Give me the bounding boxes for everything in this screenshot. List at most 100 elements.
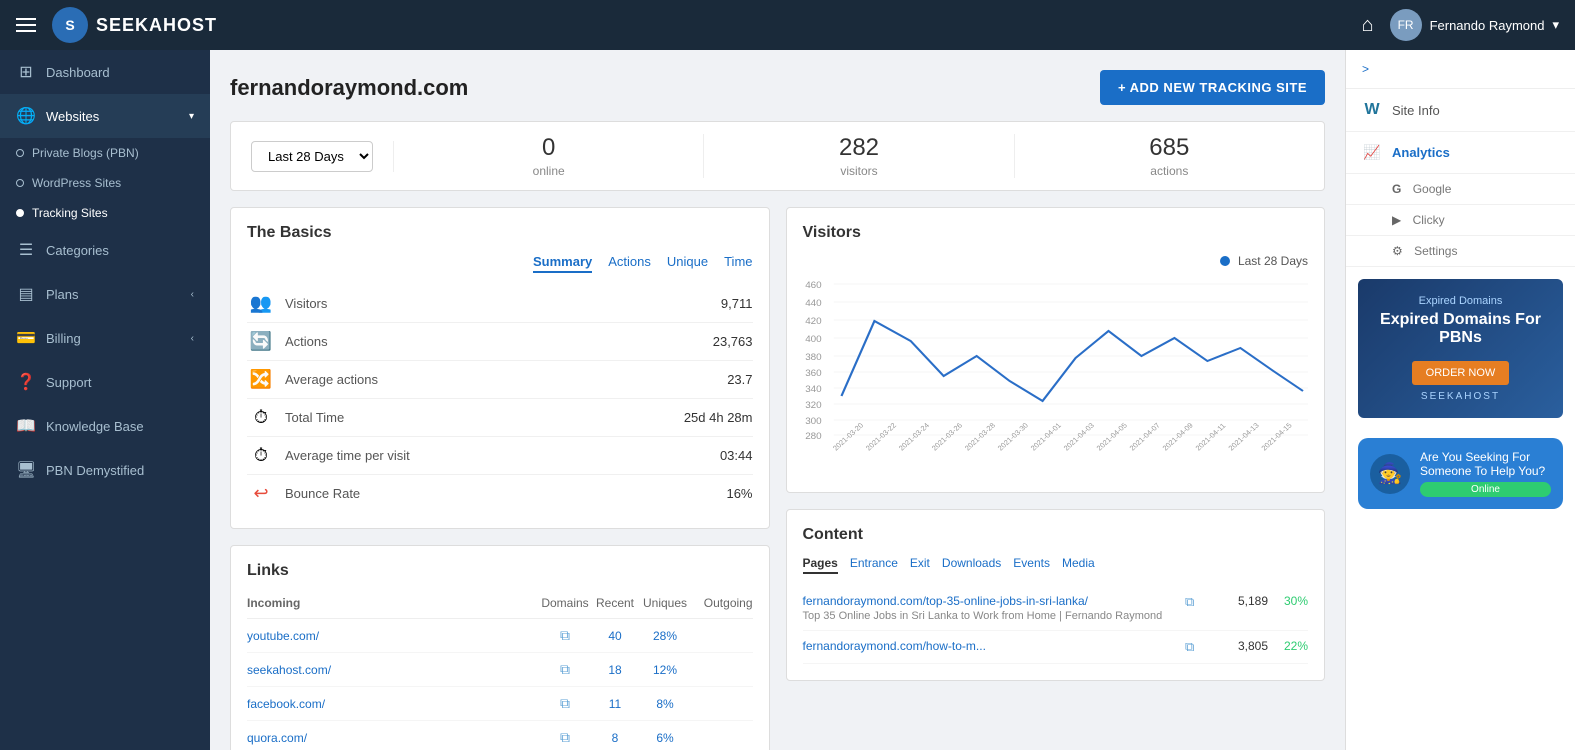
right-panel-site-info[interactable]: W Site Info xyxy=(1346,89,1575,132)
svg-text:2021-03-28: 2021-03-28 xyxy=(962,421,996,452)
link-youtube[interactable]: youtube.com/ xyxy=(247,629,538,643)
chat-wizard-icon: 🧙 xyxy=(1378,461,1403,486)
col-incoming: Incoming xyxy=(247,596,538,610)
sidebar-item-dashboard[interactable]: ⊞ Dashboard xyxy=(0,50,210,94)
content-num-0: 5,189 xyxy=(1213,594,1268,608)
add-tracking-site-button[interactable]: + ADD NEW TRACKING SITE xyxy=(1100,70,1325,105)
link-facebook[interactable]: facebook.com/ xyxy=(247,697,538,711)
content-url-0[interactable]: fernandoraymond.com/top-35-online-jobs-i… xyxy=(803,594,1186,608)
chat-content: Are You Seeking For Someone To Help You?… xyxy=(1420,450,1551,497)
sidebar-item-pbn-demystified[interactable]: 🖥 PBN Demystified xyxy=(0,448,210,492)
sidebar-item-support[interactable]: ❓ Support xyxy=(0,360,210,404)
sidebar-item-label: PBN Demystified xyxy=(46,463,144,478)
wordpress-icon: W xyxy=(1362,101,1382,119)
stats-row-bounce: ↩ Bounce Rate 16% xyxy=(247,475,753,512)
stats-visitors-label: Visitors xyxy=(285,296,721,311)
sidebar-item-label: Categories xyxy=(46,243,109,258)
chat-bubble[interactable]: 🧙 Are You Seeking For Someone To Help Yo… xyxy=(1358,438,1563,509)
content-pct-1: 22% xyxy=(1268,639,1308,653)
link-quora[interactable]: quora.com/ xyxy=(247,731,538,745)
avg-actions-icon: 🔀 xyxy=(247,369,275,390)
sidebar-item-wordpress-sites[interactable]: WordPress Sites xyxy=(0,168,210,198)
right-panel: > W Site Info 📈 Analytics G Google ▶ Cli… xyxy=(1345,50,1575,750)
google-icon: G xyxy=(1392,182,1401,196)
content-tab-events[interactable]: Events xyxy=(1013,556,1050,574)
link-seekahost-uniques: 12% xyxy=(638,663,693,677)
home-icon[interactable]: ⌂ xyxy=(1361,14,1373,37)
content-tab-downloads[interactable]: Downloads xyxy=(942,556,1001,574)
tab-unique[interactable]: Unique xyxy=(667,254,708,273)
content-tab-pages[interactable]: Pages xyxy=(803,556,838,574)
stat-actions-value: 685 xyxy=(1015,134,1324,162)
tab-time[interactable]: Time xyxy=(724,254,752,273)
right-panel-google[interactable]: G Google xyxy=(1346,174,1575,205)
user-name: Fernando Raymond xyxy=(1430,18,1545,33)
right-panel-clicky-label: Clicky xyxy=(1413,213,1445,227)
sidebar-item-websites[interactable]: 🌐 Websites ▾ xyxy=(0,94,210,138)
actions-icon: 🔄 xyxy=(247,331,275,352)
logo-text: SEEKAHOST xyxy=(96,15,217,36)
websites-icon: 🌐 xyxy=(16,106,36,126)
sidebar-item-private-blogs[interactable]: Private Blogs (PBN) xyxy=(0,138,210,168)
col-recent[interactable]: Recent xyxy=(593,596,638,610)
period-select[interactable]: Last 28 Days xyxy=(251,141,373,172)
chat-avatar: 🧙 xyxy=(1370,454,1410,494)
svg-text:460: 460 xyxy=(805,280,821,290)
dot-icon xyxy=(16,179,24,187)
content-tab-exit[interactable]: Exit xyxy=(910,556,930,574)
tab-summary[interactable]: Summary xyxy=(533,254,592,273)
link-youtube-uniques: 28% xyxy=(638,629,693,643)
plans-chevron: ‹ xyxy=(191,289,194,300)
link-quora-uniques: 6% xyxy=(638,731,693,745)
avg-time-icon: ⏱ xyxy=(247,445,275,466)
bounce-icon: ↩ xyxy=(247,483,275,504)
page-title: fernandoraymond.com xyxy=(230,75,468,101)
chart-legend-label: Last 28 Days xyxy=(1238,254,1308,268)
col-outgoing[interactable]: Outgoing xyxy=(693,596,753,610)
link-quora-recent: 8 xyxy=(593,731,638,745)
sidebar-item-tracking-sites[interactable]: Tracking Sites xyxy=(0,198,210,228)
stat-online: 0 online xyxy=(394,134,704,178)
user-menu[interactable]: FR Fernando Raymond ▾ xyxy=(1390,9,1559,41)
link-seekahost[interactable]: seekahost.com/ xyxy=(247,663,538,677)
right-panel-settings-label: Settings xyxy=(1414,244,1457,258)
sidebar-item-billing[interactable]: 💳 Billing ‹ xyxy=(0,316,210,360)
content-tab-media[interactable]: Media xyxy=(1062,556,1095,574)
right-panel-site-info-label: Site Info xyxy=(1392,103,1440,118)
right-panel-clicky[interactable]: ▶ Clicky xyxy=(1346,205,1575,236)
websites-chevron: ▾ xyxy=(189,111,194,122)
external-link-icon: ⧉ xyxy=(560,695,570,711)
right-panel-analytics[interactable]: 📈 Analytics xyxy=(1346,132,1575,174)
link-seekahost-domains: ⧉ xyxy=(538,661,593,678)
stats-avg-time-label: Average time per visit xyxy=(285,448,720,463)
stat-actions: 685 actions xyxy=(1015,134,1324,178)
tab-actions[interactable]: Actions xyxy=(608,254,651,273)
ad-banner-label: Expired Domains xyxy=(1374,295,1547,307)
links-card: Links Incoming Domains Recent Uniques Ou… xyxy=(230,545,770,750)
main-layout: ⊞ Dashboard 🌐 Websites ▾ Private Blogs (… xyxy=(0,50,1575,750)
col-domains[interactable]: Domains xyxy=(538,596,593,610)
chart-dot xyxy=(1220,256,1230,266)
sidebar-item-plans[interactable]: ▤ Plans ‹ xyxy=(0,272,210,316)
col-uniques[interactable]: Uniques xyxy=(638,596,693,610)
chart-legend: Last 28 Days xyxy=(803,254,1309,268)
stats-actions-label: Actions xyxy=(285,334,713,349)
right-panel-collapse[interactable]: > xyxy=(1346,50,1575,89)
content-url-1[interactable]: fernandoraymond.com/how-to-m... xyxy=(803,639,1186,653)
content-tab-entrance[interactable]: Entrance xyxy=(850,556,898,574)
ad-banner-cta[interactable]: ORDER NOW xyxy=(1412,361,1510,385)
dot-icon xyxy=(16,149,24,157)
right-panel-settings[interactable]: ⚙ Settings xyxy=(1346,236,1575,267)
stats-actions-value: 23,763 xyxy=(713,334,753,349)
sidebar-item-label: Websites xyxy=(46,109,99,124)
sidebar-item-categories[interactable]: ☰ Categories xyxy=(0,228,210,272)
sidebar-item-knowledge-base[interactable]: 📖 Knowledge Base xyxy=(0,404,210,448)
stat-visitors: 282 visitors xyxy=(704,134,1014,178)
svg-text:2021-04-15: 2021-04-15 xyxy=(1259,421,1293,452)
dot-icon xyxy=(16,209,24,217)
svg-text:440: 440 xyxy=(805,298,821,308)
svg-text:2021-03-26: 2021-03-26 xyxy=(929,421,963,452)
stats-bar: Last 28 Days 0 online 282 visitors 685 a… xyxy=(230,121,1325,191)
hamburger-menu[interactable] xyxy=(16,18,36,32)
right-panel-google-label: Google xyxy=(1413,182,1452,196)
